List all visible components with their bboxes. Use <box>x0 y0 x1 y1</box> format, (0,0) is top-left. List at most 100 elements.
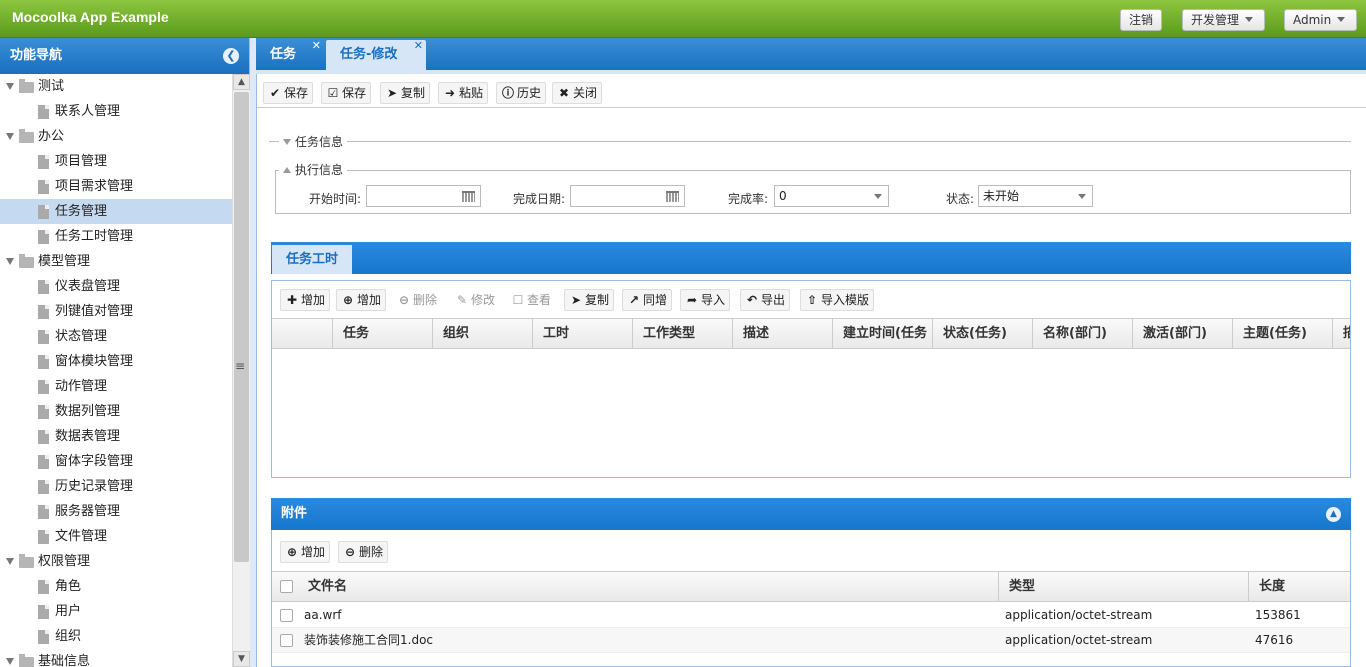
status-select[interactable]: 未开始 <box>978 185 1093 207</box>
row-checkbox[interactable] <box>280 634 293 647</box>
sidebar-item[interactable]: 仪表盘管理 <box>0 274 232 299</box>
sidebar-item[interactable]: 服务器管理 <box>0 499 232 524</box>
sidebar-item-label: 状态管理 <box>55 329 108 344</box>
close-icon[interactable]: ✕ <box>414 31 423 61</box>
tab-worktime[interactable]: 任务工时 <box>272 245 352 274</box>
sidebar-item[interactable]: 测试 <box>0 74 232 99</box>
calendar-icon[interactable] <box>666 191 679 202</box>
user-menu-button[interactable]: Admin <box>1284 9 1357 31</box>
import-template-button[interactable]: ⇧ 导入模版 <box>800 289 875 311</box>
edit-button[interactable]: ✎ 修改 <box>450 289 500 311</box>
same-add-button[interactable]: ↗ 同增 <box>622 289 673 311</box>
sidebar-item[interactable]: 办公 <box>0 124 232 149</box>
sidebar-item[interactable]: 动作管理 <box>0 374 232 399</box>
task-info-legend[interactable]: 任务信息 <box>279 133 348 150</box>
tab-task[interactable]: 任务 ✕ <box>256 39 324 70</box>
column-header[interactable]: 描述 <box>732 319 832 348</box>
sidebar-item[interactable]: 项目需求管理 <box>0 174 232 199</box>
sidebar-item[interactable]: 列键值对管理 <box>0 299 232 324</box>
sidebar-item[interactable]: 窗体模块管理 <box>0 349 232 374</box>
expand-toggle-icon[interactable] <box>6 83 14 90</box>
finish-date-input[interactable] <box>570 185 685 207</box>
expand-toggle-icon[interactable] <box>6 558 14 565</box>
sidebar-item[interactable]: 项目管理 <box>0 149 232 174</box>
folder-icon <box>19 554 34 568</box>
export-button[interactable]: ↶ 导出 <box>740 289 791 311</box>
column-header[interactable]: 组织 <box>432 319 532 348</box>
column-header[interactable]: 任务 <box>332 319 432 348</box>
edit-label: 修改 <box>471 293 496 307</box>
expand-toggle-icon[interactable] <box>6 658 14 665</box>
column-header[interactable]: 长度 <box>1248 572 1350 602</box>
copy-label: 复制 <box>585 293 610 307</box>
sidebar-item-label: 权限管理 <box>38 554 91 569</box>
table-row[interactable]: 装饰装修施工合同1.doc application/octet-stream 4… <box>272 628 1350 653</box>
completion-select[interactable]: 0 <box>774 185 889 207</box>
attachments-panel: ⊕ 增加 ⊖ 删除 文件名 类型 长度 aa.wrf application/oct… <box>271 530 1351 667</box>
start-time-input[interactable] <box>366 185 481 207</box>
table-row[interactable]: aa.wrf application/octet-stream 153861 <box>272 603 1350 628</box>
view-button[interactable]: ☐ 查看 <box>506 289 556 311</box>
splitter-grip-icon[interactable]: ≡ <box>235 359 245 373</box>
sidebar-item[interactable]: 组织 <box>0 624 232 649</box>
logout-button[interactable]: 注销 <box>1120 9 1162 31</box>
sidebar-item[interactable]: 用户 <box>0 599 232 624</box>
sidebar-item[interactable]: 模型管理 <box>0 249 232 274</box>
scroll-down-icon[interactable]: ▼ <box>233 651 250 667</box>
sidebar-item[interactable]: 状态管理 <box>0 324 232 349</box>
history-button[interactable]: ⓘ 历史 <box>496 82 547 104</box>
scroll-up-icon[interactable]: ▲ <box>233 74 250 90</box>
add-inline-button[interactable]: ⊕ 增加 <box>336 289 387 311</box>
expand-toggle-icon[interactable] <box>6 133 14 140</box>
copy-button[interactable]: ➤ 复制 <box>564 289 615 311</box>
sidebar-item[interactable]: 数据列管理 <box>0 399 232 424</box>
paste-button[interactable]: ➜ 粘贴 <box>438 82 489 104</box>
file-icon <box>38 305 49 319</box>
tab-task-edit[interactable]: 任务-修改 ✕ <box>326 39 426 70</box>
scroll-thumb[interactable] <box>234 92 249 562</box>
collapse-up-icon[interactable]: ▲ <box>1326 507 1341 522</box>
select-all-checkbox[interactable] <box>280 580 293 593</box>
sidebar-item[interactable]: 文件管理 <box>0 524 232 549</box>
row-checkbox[interactable] <box>280 609 293 622</box>
add-attachment-button[interactable]: ⊕ 增加 <box>280 541 331 563</box>
sidebar-item[interactable]: 权限管理 <box>0 549 232 574</box>
collapse-left-icon[interactable]: ❮ <box>223 48 239 64</box>
column-header[interactable]: 建立时间(任务 <box>832 319 932 348</box>
save-close-button[interactable]: ☑ 保存 <box>321 82 372 104</box>
column-header[interactable]: 工时 <box>532 319 632 348</box>
copy-button[interactable]: ➤ 复制 <box>380 82 431 104</box>
history-label: 历史 <box>517 86 542 100</box>
sidebar-item[interactable]: 数据表管理 <box>0 424 232 449</box>
sidebar-item-label: 仪表盘管理 <box>55 279 121 294</box>
finish-date-label: 完成日期: <box>513 192 566 206</box>
expand-toggle-icon[interactable] <box>6 258 14 265</box>
column-header[interactable]: 描 <box>1332 319 1350 348</box>
sidebar-item[interactable]: 任务管理 <box>0 199 232 224</box>
column-header[interactable]: 工作类型 <box>632 319 732 348</box>
add-button[interactable]: ✚ 增加 <box>280 289 331 311</box>
sidebar-item[interactable]: 角色 <box>0 574 232 599</box>
save-button[interactable]: ✔ 保存 <box>263 82 314 104</box>
column-header[interactable]: 状态(任务) <box>932 319 1032 348</box>
delete-button[interactable]: ⊖ 删除 <box>392 289 442 311</box>
column-header[interactable]: 激活(部门) <box>1132 319 1232 348</box>
column-header[interactable]: 主题(任务) <box>1232 319 1332 348</box>
sidebar-item[interactable]: 任务工时管理 <box>0 224 232 249</box>
delete-attachment-button[interactable]: ⊖ 删除 <box>338 541 389 563</box>
sidebar-item[interactable]: 窗体字段管理 <box>0 449 232 474</box>
sidebar-item[interactable]: 历史记录管理 <box>0 474 232 499</box>
sidebar-item[interactable]: 基础信息 <box>0 649 232 667</box>
calendar-icon[interactable] <box>462 191 475 202</box>
close-icon[interactable]: ✕ <box>312 31 321 61</box>
column-header[interactable]: 文件名 <box>298 572 998 602</box>
exec-info-legend[interactable]: 执行信息 <box>279 161 348 178</box>
sidebar-item[interactable]: 联系人管理 <box>0 99 232 124</box>
sidebar: 功能导航 ❮ 测试 联系人管理 办公 项目管理 项目需求管理 任务管理 任务工时管理 模型管理… <box>0 38 250 667</box>
dev-menu-button[interactable]: 开发管理 <box>1182 9 1265 31</box>
close-button[interactable]: ✖ 关闭 <box>552 82 603 104</box>
import-button[interactable]: ➦ 导入 <box>680 289 731 311</box>
file-icon <box>38 230 49 244</box>
column-header[interactable]: 名称(部门) <box>1032 319 1132 348</box>
column-header[interactable]: 类型 <box>998 572 1248 602</box>
